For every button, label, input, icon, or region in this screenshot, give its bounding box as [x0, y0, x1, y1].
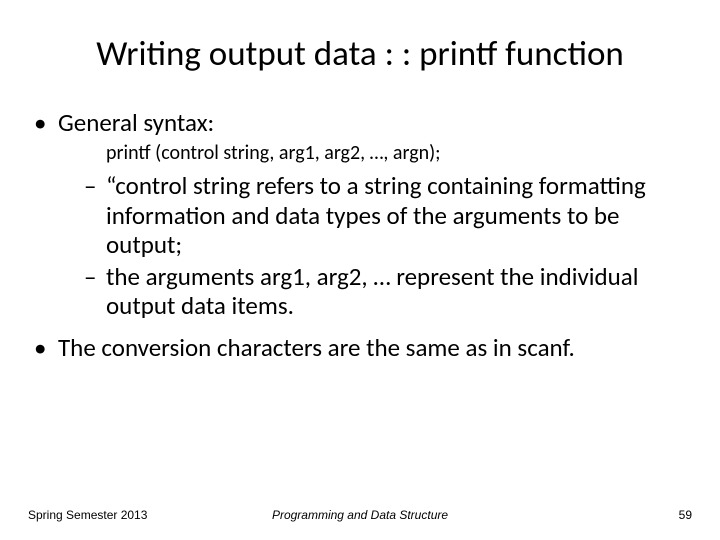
- footer-page-number: 59: [679, 508, 692, 522]
- sub-bullet-arguments: the arguments arg1, arg2, … represent th…: [34, 262, 686, 321]
- sub-bullet-control-string: “control string refers to a string conta…: [34, 171, 686, 260]
- slide-content: General syntax: printf (control string, …: [0, 74, 720, 362]
- slide: Writing output data : : printf function …: [0, 0, 720, 540]
- syntax-code-line: printf (control string, arg1, arg2, …, a…: [34, 142, 686, 166]
- slide-title: Writing output data : : printf function: [0, 0, 720, 74]
- bullet-general-syntax: General syntax:: [34, 108, 686, 138]
- footer-course: Programming and Data Structure: [0, 508, 720, 522]
- bullet-conversion-chars: The conversion characters are the same a…: [34, 333, 686, 363]
